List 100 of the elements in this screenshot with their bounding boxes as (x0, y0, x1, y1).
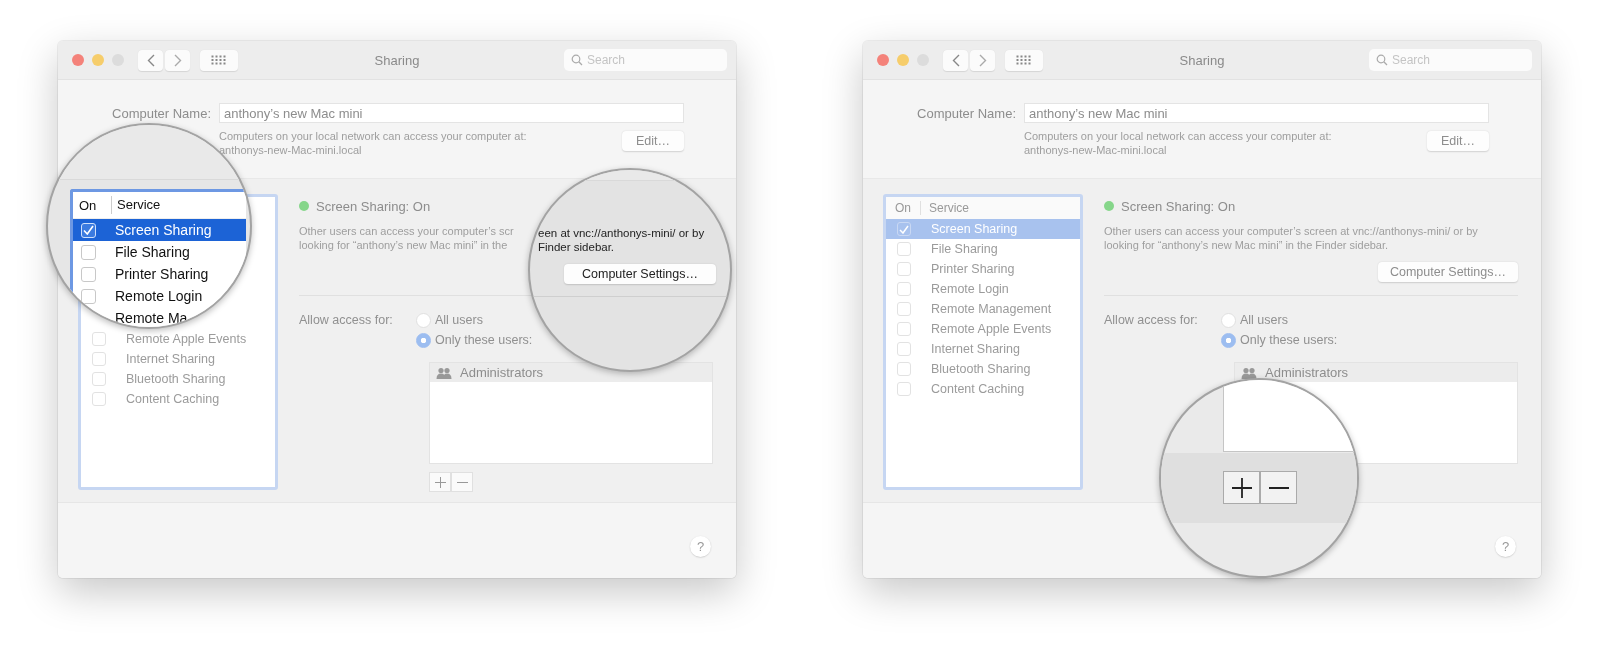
column-header: Service (111, 196, 161, 214)
minimize-button[interactable] (897, 54, 909, 66)
checkbox[interactable] (92, 332, 106, 346)
service-row[interactable]: Remote Apple Events (886, 319, 1080, 339)
address-note: Computers on your local network can access your computer at: (219, 129, 528, 143)
service-row[interactable]: Content Caching (81, 389, 275, 409)
status-text: Screen Sharing: On (1121, 198, 1236, 214)
search-icon (571, 54, 583, 66)
checkbox[interactable] (81, 244, 96, 260)
plus-icon (434, 476, 446, 488)
description-text: een at vnc://anthonys-mini/ or by (538, 226, 705, 240)
forward-button[interactable] (165, 49, 190, 71)
service-row[interactable]: Internet Sharing (81, 349, 275, 369)
service-row[interactable]: Remote Login (73, 285, 246, 307)
checkbox[interactable] (92, 392, 106, 406)
help-button[interactable]: ? (690, 536, 711, 557)
computer-settings-button[interactable]: Computer Settings… (564, 264, 716, 284)
service-row[interactable]: Remote Login (886, 279, 1080, 299)
checkbox[interactable] (897, 242, 911, 256)
checkbox[interactable] (897, 342, 911, 356)
computer-settings-button[interactable]: Computer Settings… (1377, 262, 1518, 282)
show-all-button[interactable] (1005, 49, 1043, 71)
edit-button[interactable]: Edit… (622, 131, 684, 151)
group-icon (436, 366, 452, 379)
option-label: All users (1240, 312, 1288, 328)
service-row[interactable]: Content Caching (886, 379, 1080, 399)
column-header: On (894, 201, 912, 215)
help-button[interactable]: ? (1495, 536, 1516, 557)
checkbox[interactable] (92, 372, 106, 386)
radio-button[interactable] (416, 332, 431, 348)
status-text: Screen Sharing: On (316, 198, 431, 214)
checkbox[interactable] (897, 322, 911, 336)
grid-icon (1016, 55, 1032, 65)
minus-icon (1268, 486, 1289, 489)
computer-name-label: Computer Name: (111, 105, 211, 121)
radio-button[interactable] (1221, 312, 1236, 328)
remove-button[interactable] (1260, 471, 1297, 504)
service-row[interactable]: Remote Management (886, 299, 1080, 319)
user-row[interactable]: Administrators (1235, 363, 1517, 382)
checkbox[interactable] (92, 352, 106, 366)
minus-icon (456, 481, 468, 483)
option-label: Only these users: (435, 332, 533, 348)
plus-icon (1231, 477, 1252, 498)
address-note: anthonys-new-Mac-mini.local (1024, 143, 1168, 157)
close-button[interactable] (877, 54, 889, 66)
description-text: looking for “anthony’s new Mac mini” in the (299, 238, 508, 252)
forward-button[interactable] (970, 49, 995, 71)
edit-button[interactable]: Edit… (1427, 131, 1489, 151)
service-row[interactable]: Screen Sharing (886, 219, 1080, 239)
back-button[interactable] (943, 49, 968, 71)
access-label: Allow access for: (1104, 312, 1199, 329)
radio-button[interactable] (1221, 332, 1236, 348)
address-note: Computers on your local network can access your computer at: (1024, 129, 1333, 143)
chevron-right-icon (173, 53, 182, 67)
column-header: On (78, 197, 98, 213)
service-row[interactable]: Screen Sharing (73, 219, 246, 241)
option-label: All users (435, 312, 483, 328)
description-text: Other users can access your computer’s screen at vnc://anthonys-mini/ or by (1104, 224, 1478, 238)
checkbox[interactable] (81, 266, 96, 282)
service-row[interactable]: File Sharing (73, 241, 246, 263)
checkbox[interactable] (897, 302, 911, 316)
add-button[interactable] (1223, 471, 1260, 504)
chevron-right-icon (978, 53, 987, 67)
window-title: Sharing (374, 52, 420, 68)
column-header: Service (920, 201, 969, 215)
chevron-left-icon (951, 53, 960, 67)
service-row[interactable]: Internet Sharing (886, 339, 1080, 359)
checkbox[interactable] (81, 288, 96, 304)
service-row[interactable]: Bluetooth Sharing (886, 359, 1080, 379)
status-dot (299, 201, 309, 211)
minimize-button[interactable] (92, 54, 104, 66)
user-row[interactable]: Administrators (430, 363, 712, 382)
computer-name-label: Computer Name: (916, 105, 1016, 121)
service-row[interactable]: File Sharing (886, 239, 1080, 259)
chevron-left-icon (146, 53, 155, 67)
service-row[interactable]: Printer Sharing (73, 263, 246, 285)
status-dot (1104, 201, 1114, 211)
description-text: Other users can access your computer’s scr (299, 224, 514, 238)
radio-button[interactable] (416, 312, 431, 328)
service-row[interactable]: Remote Apple Events (81, 329, 275, 349)
window-title: Sharing (1179, 52, 1225, 68)
description-text: Finder sidebar. (538, 240, 616, 254)
checkbox[interactable] (897, 222, 911, 236)
checkbox[interactable] (897, 262, 911, 276)
checkbox[interactable] (897, 282, 911, 296)
service-row[interactable]: Bluetooth Sharing (81, 369, 275, 389)
checkbox[interactable] (897, 362, 911, 376)
show-all-button[interactable] (200, 49, 238, 71)
checkbox[interactable] (81, 222, 96, 238)
computer-name-field[interactable]: anthony’s new Mac mini (219, 103, 684, 123)
address-note: anthonys-new-Mac-mini.local (219, 143, 363, 157)
computer-name-field[interactable]: anthony’s new Mac mini (1024, 103, 1489, 123)
service-row[interactable]: Printer Sharing (886, 259, 1080, 279)
close-button[interactable] (72, 54, 84, 66)
access-label: Allow access for: (299, 312, 394, 329)
grid-icon (211, 55, 227, 65)
description-text: looking for “anthony’s new Mac mini” in the Finder sidebar. (1104, 238, 1389, 252)
checkbox[interactable] (897, 382, 911, 396)
back-button[interactable] (138, 49, 163, 71)
search-icon (1376, 54, 1388, 66)
